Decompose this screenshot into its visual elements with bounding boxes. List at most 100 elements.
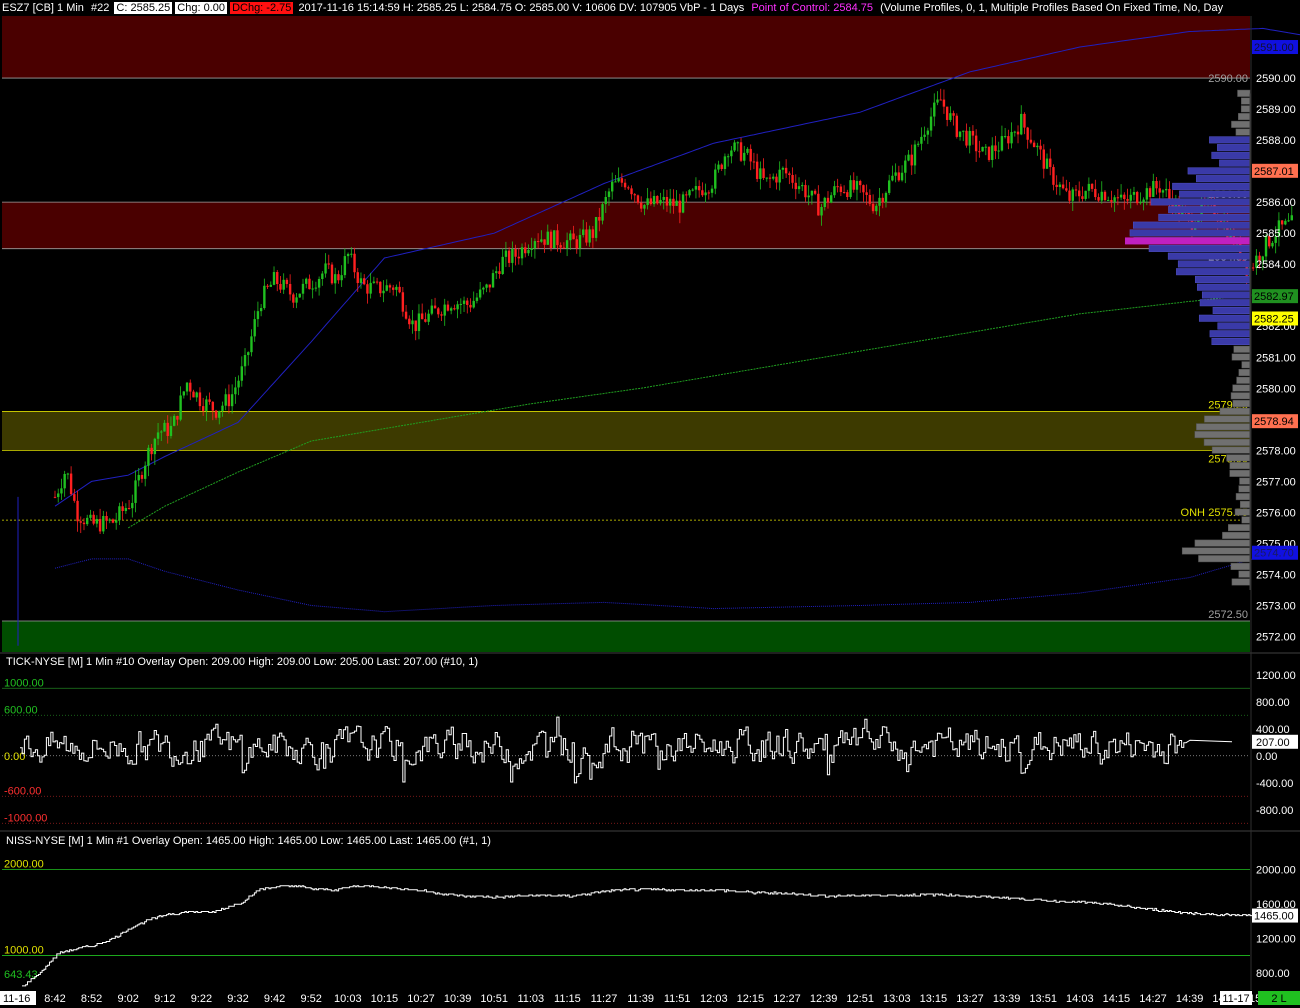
candle-body	[965, 130, 968, 146]
candle-body	[971, 130, 975, 136]
candle-body	[688, 190, 691, 196]
volume-profile-bar	[1194, 275, 1251, 283]
candle-body	[859, 181, 862, 186]
candle-body	[955, 115, 959, 137]
candle-body	[643, 205, 646, 209]
corner-badge: 2 L	[1271, 993, 1286, 1005]
header-close: C: 2585.25	[114, 2, 173, 14]
candle-body	[820, 206, 823, 216]
vwap-lower-band	[54, 549, 1296, 613]
candle-body	[86, 517, 89, 525]
volume-profile-bar	[1234, 508, 1251, 516]
candle-body	[1090, 183, 1094, 189]
support-zone-bottom	[2, 620, 1250, 652]
x-tick-19: 12:15	[737, 993, 765, 1005]
candle-body	[878, 197, 881, 206]
candle-body	[543, 239, 546, 245]
volume-profile-bar	[1198, 314, 1251, 322]
candle-body	[685, 194, 688, 196]
candle-body	[337, 274, 340, 281]
candle-body	[1271, 242, 1274, 247]
tick-label-600: 600.00	[4, 704, 38, 716]
volume-profile-bar	[1222, 531, 1251, 539]
resistance-zone-mid	[2, 202, 1250, 249]
candle-body	[720, 164, 723, 170]
candle-body	[897, 172, 901, 181]
header-dchg: DChg: -2.75	[230, 2, 294, 14]
main-y-tick-2580: 2580.00	[1256, 383, 1296, 395]
candle-body	[1052, 167, 1055, 185]
candle-body	[482, 287, 485, 290]
candle-body	[1061, 184, 1065, 189]
candle-body	[446, 304, 450, 311]
candle-body	[601, 204, 604, 221]
volume-profile-bar	[1238, 113, 1251, 121]
candle-body	[1087, 183, 1091, 191]
candle-body	[359, 278, 363, 283]
candle-body	[1251, 267, 1255, 269]
candle-body	[218, 410, 221, 418]
candle-body	[1139, 201, 1142, 204]
x-tick-11: 10:39	[444, 993, 472, 1005]
candle-body	[884, 192, 888, 203]
x-tick-14: 11:15	[554, 993, 581, 1005]
candle-body	[675, 200, 678, 206]
chart-header: ESZ7 [CB] 1 Min #22 C: 2585.25 Chg: 0.00…	[0, 0, 1252, 16]
candle-body	[916, 143, 920, 145]
tick-y-tick-5: -800.00	[1256, 805, 1293, 817]
candle-body	[1158, 188, 1161, 193]
candle-body	[305, 278, 308, 284]
candle-body	[610, 181, 614, 192]
poc-bar	[1125, 237, 1250, 245]
x-tick-22: 12:51	[846, 993, 874, 1005]
candle-body	[594, 216, 598, 238]
candle-body	[259, 308, 263, 312]
candle-body	[362, 278, 366, 285]
candle-body	[147, 447, 150, 466]
candle-body	[549, 231, 553, 249]
volume-profile-bar	[1196, 175, 1251, 183]
candle-body	[778, 169, 781, 183]
candle-body	[801, 185, 804, 187]
candle-body	[1065, 188, 1068, 191]
volume-profile-bar	[1203, 438, 1251, 446]
candle-body	[420, 313, 424, 320]
volume-profile-bar	[1228, 524, 1251, 532]
candle-body	[369, 282, 372, 294]
trading-chart-window[interactable]: 2590.002586.002584.502579.252578.00ONH25…	[0, 0, 1300, 1005]
candle-body	[501, 256, 504, 274]
candle-body	[604, 196, 607, 205]
candle-body	[939, 99, 942, 101]
chart-canvas[interactable]: 2590.002586.002584.502579.252578.00ONH25…	[0, 0, 1300, 1005]
candle-body	[1145, 188, 1149, 200]
candle-body	[230, 394, 234, 407]
volume-profile-bar	[1235, 128, 1251, 136]
candle-body	[1007, 136, 1010, 144]
candle-body	[514, 248, 517, 257]
volume-profile-bar	[1150, 198, 1251, 206]
candle-body	[865, 192, 868, 195]
x-tick-25: 13:27	[956, 993, 984, 1005]
candle-body	[1003, 136, 1007, 138]
candle-body	[797, 186, 801, 190]
volume-profile-bar	[1229, 469, 1251, 477]
candle-body	[569, 233, 572, 241]
x-tick-15: 11:27	[591, 993, 618, 1005]
candle-body	[114, 520, 118, 523]
candle-body	[105, 515, 108, 521]
candle-body	[691, 189, 694, 191]
x-tick-31: 14:39	[1176, 993, 1204, 1005]
header-bar-count: #22	[90, 2, 110, 14]
candle-body	[668, 198, 672, 206]
candle-body	[166, 422, 169, 436]
value-zone-yellow	[2, 411, 1250, 451]
candle-body	[762, 168, 765, 179]
candle-body	[1284, 220, 1287, 225]
candle-body	[726, 156, 730, 158]
candle-body	[391, 287, 395, 290]
x-axis-last: 11-17	[1222, 993, 1249, 1005]
volume-profile-bar	[1232, 400, 1251, 408]
candle-body	[1148, 188, 1152, 197]
candle-body	[743, 152, 746, 161]
candle-body	[301, 283, 305, 294]
